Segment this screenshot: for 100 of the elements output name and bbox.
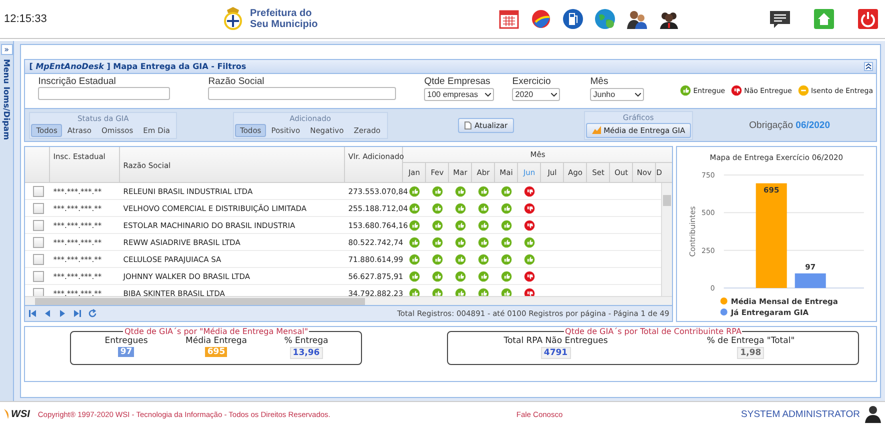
thumbs-up-icon: [478, 220, 490, 230]
thumbs-up-icon: [409, 186, 420, 196]
thumbs-up-icon: [432, 186, 444, 196]
thumbs-up-icon: [501, 270, 512, 282]
thumbs-up-icon: [455, 270, 466, 282]
dropdown[interactable]: Junho: [590, 88, 644, 101]
user-silhouette-icon: [865, 405, 881, 423]
next-page-icon[interactable]: [58, 308, 68, 318]
thumbs-up-icon: [432, 202, 444, 214]
thumbs-up-icon: [478, 236, 490, 248]
ball-icon[interactable]: [530, 8, 552, 30]
minus-icon: [798, 85, 809, 96]
first-page-icon[interactable]: [28, 308, 38, 318]
home-icon[interactable]: [813, 8, 835, 30]
thumbs-up-icon: [680, 85, 692, 96]
summary-value: 4791: [540, 347, 571, 359]
users-icon[interactable]: [626, 8, 648, 30]
clock-time: 12:15:33: [3, 13, 48, 25]
thumbs-up-icon: [501, 202, 512, 214]
thumbs-up-icon: [455, 202, 466, 214]
thumbs-up-icon: [432, 254, 444, 264]
text-field[interactable]: [208, 87, 396, 100]
row-checkbox[interactable]: [33, 254, 44, 264]
side-menu-label[interactable]: Menu Ioms/Dipam: [2, 59, 12, 140]
collapse-icon[interactable]: [864, 62, 873, 71]
vertical-scrollbar[interactable]: [661, 183, 672, 296]
thumbs-up-icon: [455, 186, 466, 196]
refresh-icon[interactable]: [88, 308, 98, 318]
chart-icon: [592, 126, 601, 134]
row-checkbox[interactable]: [33, 270, 44, 282]
summary-label: % Entrega: [284, 336, 328, 346]
row-checkbox[interactable]: [33, 202, 44, 214]
previous-page-icon[interactable]: [43, 308, 52, 318]
chat-icon[interactable]: [769, 8, 791, 30]
company-logo: WSI: [4, 408, 30, 420]
text-field[interactable]: [38, 87, 170, 100]
dropdown[interactable]: 2020: [512, 88, 560, 101]
crest-icon: [222, 6, 244, 32]
panel-title: [ MpEntAnoDesk ] Mapa Entrega da GIA - Filtros: [29, 62, 246, 71]
thumbs-up-icon: [455, 220, 466, 230]
power-icon[interactable]: [857, 8, 879, 30]
thumbs-up-icon: [501, 220, 512, 230]
thumbs-down-icon: [524, 270, 536, 282]
calendar-icon[interactable]: [498, 8, 520, 30]
expand-button[interactable]: »: [0, 44, 13, 55]
thumbs-up-icon: [478, 254, 490, 264]
thumbs-up-icon: [432, 236, 444, 248]
field-label: Exercicio: [512, 76, 552, 87]
thumbs-up-icon: [409, 220, 420, 230]
summary-label: Total RPA Não Entregues: [504, 336, 608, 346]
fuel-pump-icon[interactable]: [562, 8, 584, 30]
thumbs-up-icon: [432, 220, 444, 230]
thumbs-up-icon: [501, 254, 512, 264]
thumbs-up-icon: [409, 270, 420, 282]
summary-label: Entregues: [104, 336, 148, 346]
summary-value: 695: [205, 347, 228, 357]
globe-icon[interactable]: [594, 8, 616, 30]
dropdown[interactable]: 100 empresas: [424, 88, 494, 101]
thumbs-up-icon: [478, 270, 490, 282]
summary-label: Média Entrega: [186, 336, 247, 346]
logo-text: Seu Municipio: [250, 19, 318, 30]
summary-title: Qtde de GIA´s por Total de Contribuinte RPA: [564, 327, 742, 336]
summary-value: 1,98: [737, 347, 764, 359]
thumbs-up-icon: [501, 186, 512, 196]
last-page-icon[interactable]: [73, 308, 82, 318]
thumbs-up-icon: [432, 270, 444, 282]
obligation-label: Obrigação: [749, 120, 794, 130]
field-label: Mês: [590, 76, 610, 87]
summary-value: 13,96: [290, 347, 323, 359]
obligation-value: 06/2020: [796, 120, 830, 130]
thumbs-up-icon: [409, 202, 420, 214]
chevron-icon: [635, 92, 642, 96]
thumbs-up-icon: [409, 236, 420, 248]
thumbs-down-icon: [731, 85, 742, 96]
thumbs-down-icon: [524, 220, 536, 230]
chevron-icon: [551, 92, 558, 96]
summary-value: 97: [118, 347, 134, 357]
document-icon: [464, 120, 472, 130]
thumbs-up-icon: [501, 236, 512, 248]
field-label: Razão Social: [208, 76, 266, 87]
thumbs-up-icon: [455, 254, 466, 264]
summary-title: Qtde de GIA´s por "Média de Entrega Mensal": [123, 327, 310, 336]
logo-text: Prefeitura do: [250, 8, 313, 19]
thumbs-down-icon: [524, 186, 536, 196]
thumbs-up-icon: [524, 254, 536, 264]
thumbs-down-icon: [524, 202, 536, 214]
thumbs-up-icon: [409, 254, 420, 264]
field-label: Inscrição Estadual: [38, 76, 117, 87]
thumbs-up-icon: [455, 236, 466, 248]
thumbs-up-icon: [478, 202, 490, 214]
row-checkbox[interactable]: [33, 236, 44, 248]
row-checkbox[interactable]: [33, 220, 44, 230]
user-name: SYSTEM ADMINISTRATOR: [741, 408, 860, 420]
field-label: Qtde Empresas: [424, 76, 492, 87]
horizontal-scrollbar[interactable]: [25, 296, 672, 305]
row-checkbox[interactable]: [33, 186, 44, 196]
chevron-icon: [485, 92, 492, 96]
thumbs-up-icon: [478, 186, 490, 196]
thumbs-up-icon: [524, 236, 536, 248]
summary-label: % de Entrega "Total": [706, 336, 795, 346]
